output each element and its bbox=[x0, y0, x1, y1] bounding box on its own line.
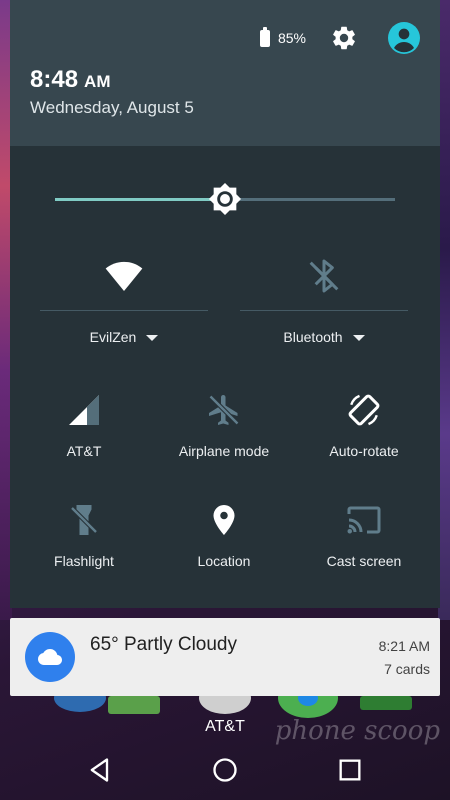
recents-icon[interactable] bbox=[336, 756, 364, 784]
shade-header: 85% 8:48 AM Wednesday, August 5 bbox=[10, 0, 440, 146]
wifi-network-name: EvilZen bbox=[89, 329, 137, 345]
gear-icon[interactable] bbox=[330, 24, 358, 52]
clock-ampm: AM bbox=[84, 72, 111, 91]
cloud-icon bbox=[38, 649, 62, 665]
cast-icon bbox=[347, 506, 381, 534]
battery-icon bbox=[259, 26, 270, 47]
weather-card-count: 7 cards bbox=[384, 661, 430, 677]
weather-badge bbox=[25, 632, 75, 682]
weather-notification-card[interactable]: 65° Partly Cloudy 8:21 AM 7 cards bbox=[10, 618, 440, 696]
date-label[interactable]: Wednesday, August 5 bbox=[30, 98, 194, 118]
weather-time: 8:21 AM bbox=[378, 638, 430, 654]
wifi-icon bbox=[105, 261, 143, 291]
bluetooth-tile[interactable]: Bluetooth bbox=[240, 256, 408, 356]
tile-cellular-label: AT&T bbox=[66, 443, 102, 459]
back-icon[interactable] bbox=[86, 756, 114, 784]
tile-cast-screen[interactable]: Cast screen bbox=[294, 502, 434, 592]
flashlight-icon bbox=[70, 505, 98, 535]
brightness-slider-fill bbox=[55, 198, 225, 201]
wifi-tile-label-row[interactable]: EvilZen bbox=[40, 329, 208, 345]
bluetooth-tile-divider bbox=[240, 310, 408, 311]
tile-flashlight[interactable]: Flashlight bbox=[14, 502, 154, 592]
bluetooth-dropdown-caret-icon[interactable] bbox=[352, 335, 365, 342]
home-icon[interactable] bbox=[211, 756, 239, 784]
weather-title: 65° Partly Cloudy bbox=[90, 634, 237, 655]
bluetooth-tile-label-row[interactable]: Bluetooth bbox=[240, 329, 408, 345]
tile-airplane-mode-label: Airplane mode bbox=[178, 443, 270, 459]
clock: 8:48 AM bbox=[30, 66, 111, 94]
signal-icon bbox=[69, 395, 99, 425]
brightness-icon[interactable] bbox=[208, 182, 242, 216]
location-icon bbox=[213, 505, 235, 535]
tile-airplane-mode[interactable]: Airplane mode bbox=[154, 392, 294, 482]
wifi-dropdown-caret-icon[interactable] bbox=[146, 335, 159, 342]
tile-location-label: Location bbox=[197, 553, 251, 569]
wifi-tile[interactable]: EvilZen bbox=[40, 256, 208, 356]
navigation-bar bbox=[0, 740, 450, 800]
tile-flashlight-label: Flashlight bbox=[54, 553, 114, 569]
wifi-tile-divider bbox=[40, 310, 208, 311]
status-row: 85% bbox=[259, 20, 420, 56]
auto-rotate-icon bbox=[348, 394, 380, 426]
bluetooth-icon bbox=[309, 259, 339, 293]
brightness-slider[interactable] bbox=[55, 182, 395, 216]
battery-percent: 85% bbox=[277, 30, 306, 46]
bluetooth-label: Bluetooth bbox=[283, 329, 343, 345]
quick-settings-panel: EvilZen Bluetooth AT&T Airplane mode Aut… bbox=[10, 146, 440, 608]
tile-auto-rotate[interactable]: Auto-rotate bbox=[294, 392, 434, 482]
tile-cellular[interactable]: AT&T bbox=[14, 392, 154, 482]
airplane-icon bbox=[208, 394, 240, 426]
tile-location[interactable]: Location bbox=[154, 502, 294, 592]
tile-auto-rotate-label: Auto-rotate bbox=[329, 443, 399, 459]
tile-cast-screen-label: Cast screen bbox=[326, 553, 402, 569]
clock-time: 8:48 bbox=[30, 66, 79, 93]
user-account-icon[interactable] bbox=[388, 22, 420, 54]
